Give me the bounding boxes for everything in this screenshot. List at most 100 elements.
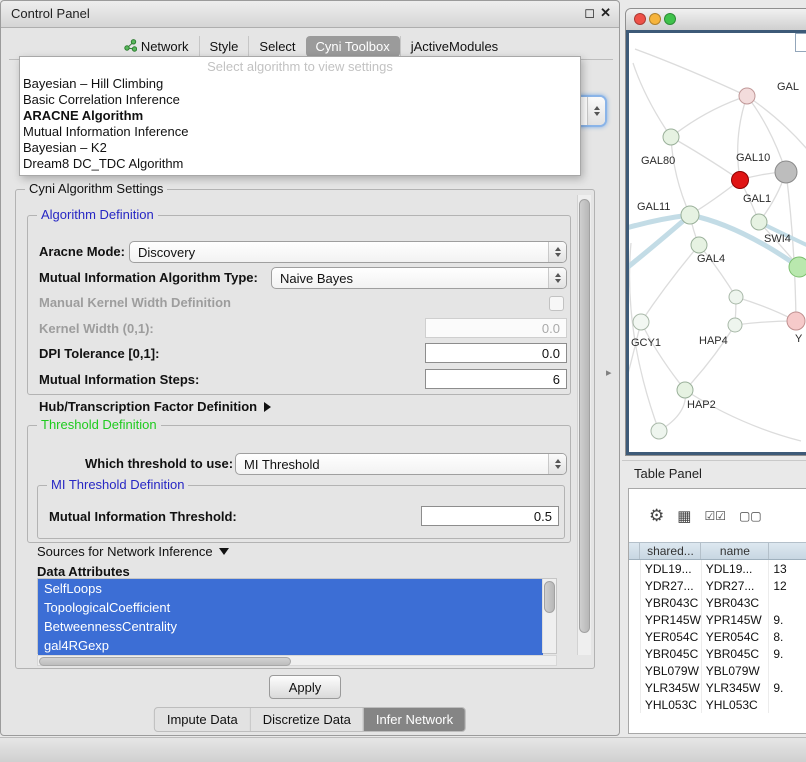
attribute-item-topologicalcoefficient[interactable]: TopologicalCoefficient — [38, 598, 543, 617]
combo-arrows-icon — [587, 97, 605, 125]
settings-scrollbar[interactable] — [577, 195, 591, 655]
close-button[interactable] — [634, 13, 646, 25]
column-header-3[interactable] — [769, 543, 806, 559]
dropdown-item-mutual-information-inference[interactable]: Mutual Information Inference — [20, 124, 580, 140]
graph-edge — [671, 137, 740, 180]
table-row[interactable]: YLR345WYLR345W9. — [629, 679, 806, 696]
splitter-handle-icon[interactable]: ▸ — [606, 366, 612, 379]
mi-steps-input[interactable]: 6 — [425, 369, 567, 389]
collapsed-arrow-icon — [264, 402, 271, 412]
mi-threshold-input[interactable]: 0.5 — [421, 506, 559, 526]
select-all-icon[interactable]: ☑☑ — [704, 509, 726, 523]
hub-section-toggle[interactable]: Hub/Transcription Factor Definition — [39, 399, 271, 415]
bottom-strip — [0, 737, 806, 762]
clear-selection-icon[interactable]: ▢▢ — [739, 509, 762, 523]
tab-cyni-toolbox[interactable]: Cyni Toolbox — [306, 36, 400, 57]
tab-select[interactable]: Select — [248, 36, 305, 57]
control-panel-titlebar[interactable]: Control Panel ◻ ✕ — [1, 1, 619, 28]
bottom-tab-infer-network[interactable]: Infer Network — [363, 708, 465, 731]
dropdown-item-aracne-algorithm[interactable]: ARACNE Algorithm — [20, 108, 580, 124]
dropdown-item-bayesian-hill-climbing[interactable]: Bayesian – Hill Climbing — [20, 76, 580, 92]
dropdown-item-bayesian-k2[interactable]: Bayesian – K2 — [20, 140, 580, 156]
tab-network[interactable]: Network — [114, 36, 199, 58]
kernel-width-input[interactable]: 0.0 — [425, 318, 567, 338]
attribute-item-betweennesscentrality[interactable]: BetweennessCentrality — [38, 617, 543, 636]
graph-node[interactable] — [681, 206, 699, 224]
column-header-shared[interactable]: shared... — [640, 543, 701, 559]
attributes-hscrollbar-thumb[interactable] — [39, 657, 291, 666]
sources-section-toggle[interactable]: Sources for Network Inference — [37, 544, 229, 560]
graph-node[interactable] — [663, 129, 679, 145]
dpi-tolerance-input[interactable]: 0.0 — [425, 343, 567, 363]
zoom-button[interactable] — [664, 13, 676, 25]
dropdown-list: Bayesian – Hill ClimbingBasic Correlatio… — [20, 76, 580, 172]
attributes-scrollbar-thumb[interactable] — [544, 581, 555, 613]
table-cell — [769, 696, 806, 713]
table-row[interactable]: YBR043CYBR043C — [629, 594, 806, 611]
cyni-settings-group-title: Cyni Algorithm Settings — [25, 182, 167, 196]
graph-node[interactable] — [775, 161, 797, 183]
bottom-tab-discretize-data[interactable]: Discretize Data — [250, 708, 363, 731]
table-gutter-header[interactable] — [629, 543, 640, 559]
table-row[interactable]: YDR27...YDR27...12 — [629, 577, 806, 594]
gear-icon[interactable]: ⚙ — [649, 506, 664, 526]
table-row[interactable]: YHL053CYHL053C — [629, 696, 806, 713]
insert-column-icon[interactable]: ▦ — [677, 507, 691, 525]
network-canvas[interactable]: GALGAL80GAL10GAL11GAL1SWI4GAL4GCY1HAP4HA… — [629, 33, 806, 452]
graph-edge — [786, 172, 796, 321]
attribute-item-selfloops[interactable]: SelfLoops — [38, 579, 543, 598]
dpi-tolerance-value: 0.0 — [542, 346, 560, 361]
tab-label: Select — [259, 39, 295, 54]
table-row[interactable]: YBL079WYBL079W — [629, 662, 806, 679]
tab-label: Network — [141, 39, 189, 54]
network-window-titlebar[interactable] — [626, 9, 806, 31]
attribute-item-gal4rgexp[interactable]: gal4RGexp — [38, 636, 543, 655]
table-cell: 9. — [769, 679, 806, 696]
settings-scrollbar-thumb[interactable] — [579, 199, 590, 633]
table-row[interactable]: YBR045CYBR045C9. — [629, 645, 806, 662]
column-header-name[interactable]: name — [701, 543, 769, 559]
table-cell: YER054C — [702, 628, 770, 645]
close-window-icon[interactable]: ✕ — [600, 5, 611, 21]
table-row[interactable]: YDL19...YDL19...13 — [629, 560, 806, 577]
graph-node[interactable] — [787, 312, 805, 330]
tab-label: jActiveModules — [411, 39, 498, 54]
graph-node-label: GAL11 — [637, 201, 670, 213]
graph-node[interactable] — [633, 314, 649, 330]
table-cell: YLR345W — [641, 679, 702, 696]
graph-node[interactable] — [651, 423, 667, 439]
graph-node[interactable] — [732, 172, 749, 189]
graph-node[interactable] — [728, 318, 742, 332]
graph-edge — [633, 63, 671, 137]
table-cell: YDR27... — [702, 577, 770, 594]
network-view-window: GALGAL80GAL10GAL11GAL1SWI4GAL4GCY1HAP4HA… — [625, 8, 806, 456]
table-row[interactable]: YPR145WYPR145W9. — [629, 611, 806, 628]
attributes-hscrollbar[interactable] — [37, 655, 557, 666]
dropdown-item-dream8-dc-tdc-algorithm[interactable]: Dream8 DC_TDC Algorithm — [20, 156, 580, 172]
graph-node[interactable] — [789, 257, 806, 277]
graph-node[interactable] — [677, 382, 693, 398]
network-corner-widget[interactable] — [795, 33, 806, 52]
tab-jactivemodules[interactable]: jActiveModules — [400, 36, 508, 57]
minimize-button[interactable] — [649, 13, 661, 25]
graph-node[interactable] — [751, 214, 767, 230]
apply-button[interactable]: Apply — [269, 675, 341, 699]
tab-style[interactable]: Style — [199, 36, 249, 57]
table-row[interactable]: YER054CYER054C8. — [629, 628, 806, 645]
graph-node[interactable] — [729, 290, 743, 304]
panel-divider — [622, 460, 806, 461]
graph-edge — [641, 322, 685, 390]
graph-edge — [641, 245, 699, 322]
mi-type-select[interactable]: Naive Bayes — [271, 267, 567, 289]
bottom-tab-impute-data[interactable]: Impute Data — [155, 708, 250, 731]
table-cell: YBR043C — [702, 594, 770, 611]
graph-edge — [635, 49, 747, 96]
which-threshold-select[interactable]: MI Threshold — [235, 453, 567, 475]
float-window-icon[interactable]: ◻ — [584, 5, 595, 21]
graph-node[interactable] — [739, 88, 755, 104]
dropdown-item-basic-correlation-inference[interactable]: Basic Correlation Inference — [20, 92, 580, 108]
graph-node[interactable] — [691, 237, 707, 253]
manual-kernel-checkbox[interactable] — [549, 296, 564, 311]
attributes-scrollbar[interactable] — [542, 579, 556, 653]
aracne-mode-select[interactable]: Discovery — [129, 241, 567, 263]
